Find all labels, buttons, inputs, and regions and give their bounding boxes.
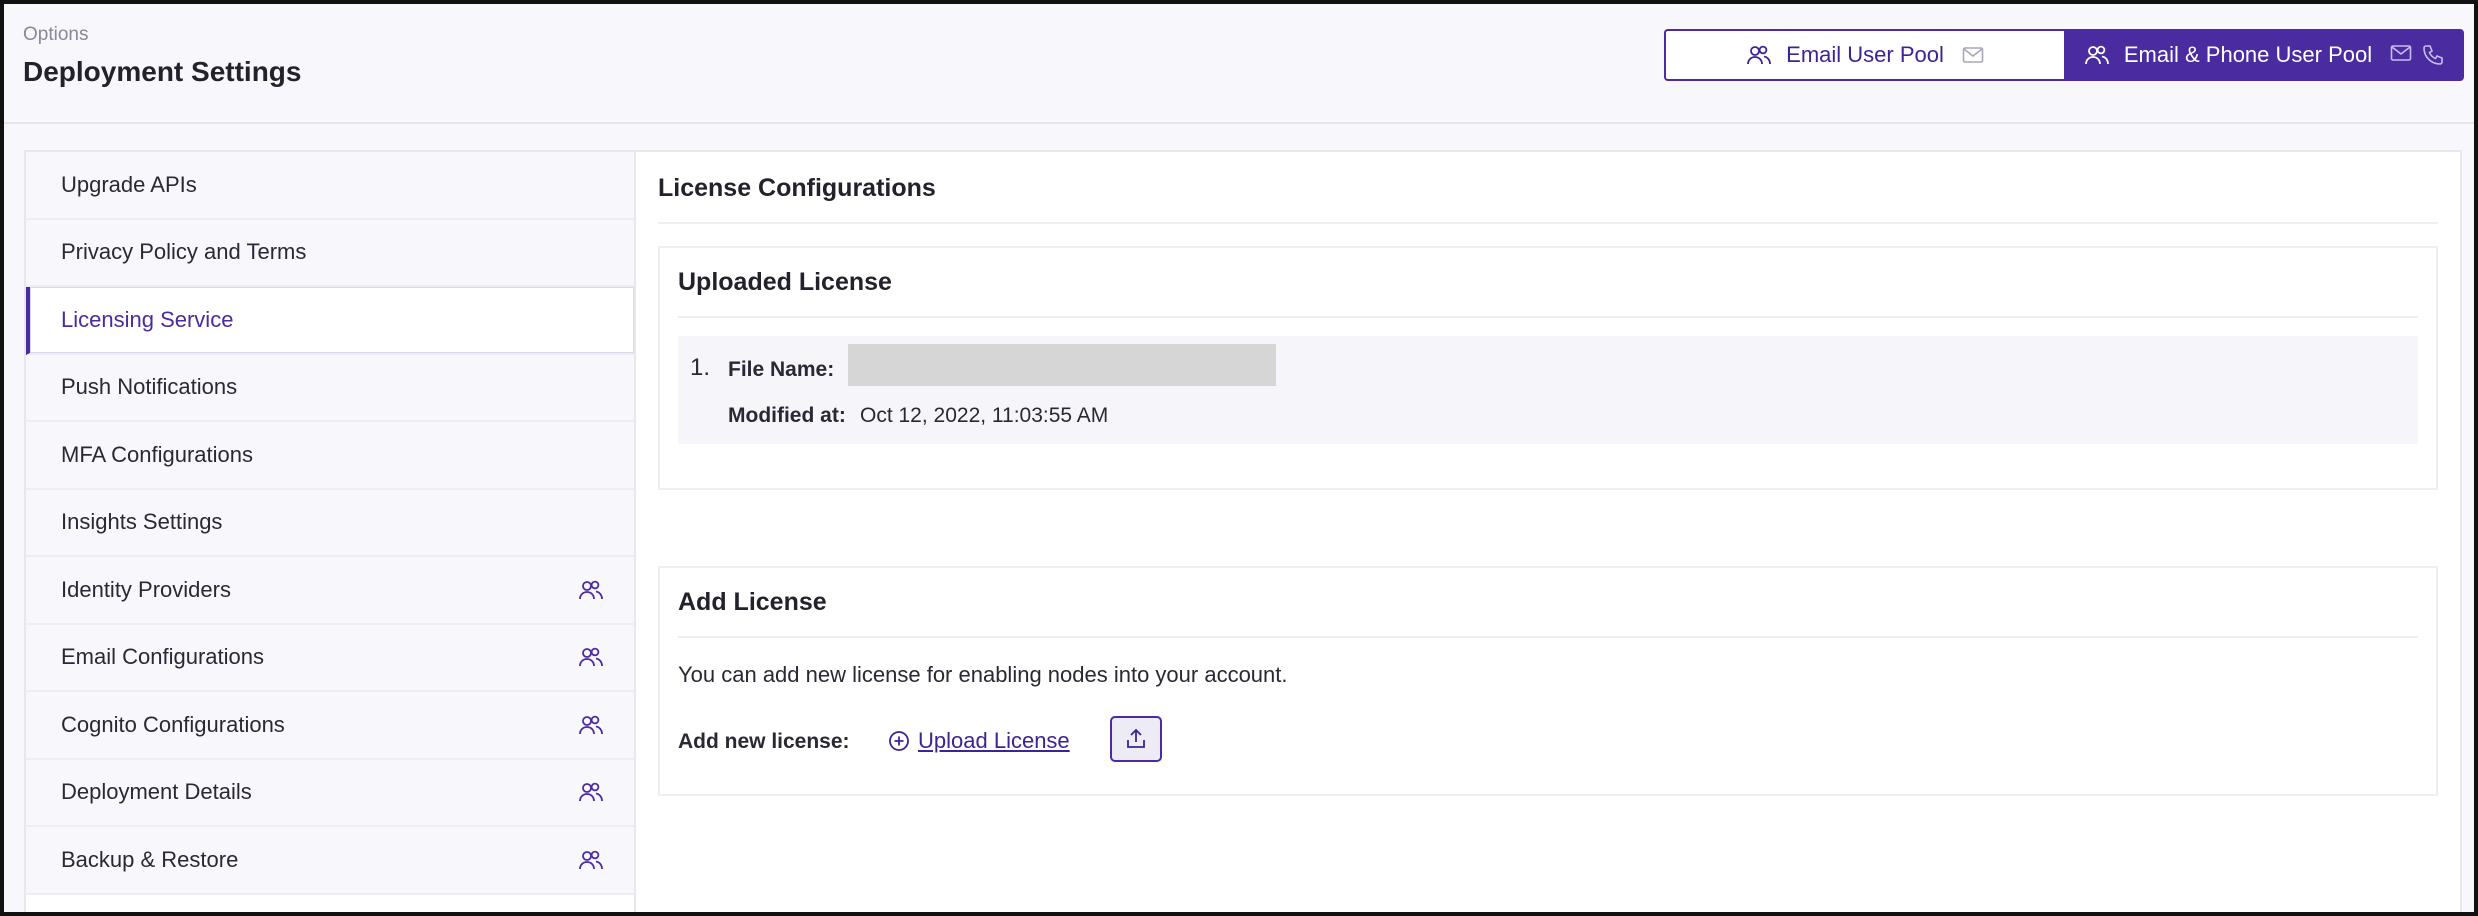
user-pool-switch: Email User Pool Email & Phone User Pool xyxy=(1664,29,2464,81)
users-icon xyxy=(579,647,603,667)
modified-at-label: Modified at: xyxy=(728,404,846,427)
sidebar-item-backup-restore[interactable]: Backup & Restore xyxy=(26,827,634,895)
email-phone-user-pool-label: Email & Phone User Pool xyxy=(2123,42,2373,67)
page-header: Options Deployment Settings Email User P… xyxy=(4,4,2474,124)
breadcrumb[interactable]: Options xyxy=(23,24,88,46)
users-icon xyxy=(579,715,603,734)
sidebar-item-label: Backup & Restore xyxy=(61,846,239,872)
add-license-card: Add License You can add new license for … xyxy=(658,566,2438,796)
users-icon xyxy=(579,580,603,599)
plus-circle-icon xyxy=(889,731,909,751)
main-content: License Configurations Uploaded License … xyxy=(636,150,2462,912)
email-phone-user-pool-button[interactable]: Email & Phone User Pool xyxy=(2064,29,2464,81)
sidebar-item-deployment-details[interactable]: Deployment Details xyxy=(26,759,634,827)
sidebar-item-label: MFA Configurations xyxy=(61,441,253,467)
sidebar-item-label: Push Notifications xyxy=(61,374,238,400)
divider xyxy=(678,316,2418,318)
settings-sidebar: Upgrade APIs Privacy Policy and Terms Li… xyxy=(24,150,636,912)
sidebar-item-licensing-service[interactable]: Licensing Service xyxy=(26,287,634,355)
mail-icon xyxy=(2390,45,2412,61)
add-license-description: You can add new license for enabling nod… xyxy=(678,662,1288,687)
upload-license-label: Upload License xyxy=(918,728,1070,753)
card-title: Uploaded License xyxy=(678,268,892,296)
sidebar-item-insights-settings[interactable]: Insights Settings xyxy=(26,489,634,557)
sidebar-item-label: Privacy Policy and Terms xyxy=(61,239,307,265)
email-user-pool-button[interactable]: Email User Pool xyxy=(1664,29,2064,81)
sidebar-item-label: Cognito Configurations xyxy=(61,711,285,737)
file-name-value-redacted xyxy=(848,344,1276,386)
sidebar-item-upgrade-apis[interactable]: Upgrade APIs xyxy=(26,152,634,220)
section-title: License Configurations xyxy=(658,174,936,202)
sidebar-item-push-notifications[interactable]: Push Notifications xyxy=(26,354,634,422)
users-icon xyxy=(1747,45,1772,65)
license-file-row: 1. File Name: Modified at: Oct 12, 2022,… xyxy=(678,336,2418,444)
sidebar-item-label: Upgrade APIs xyxy=(61,171,197,197)
sidebar-item-label: Deployment Details xyxy=(61,779,252,805)
phone-icon xyxy=(2423,45,2443,65)
file-name-label: File Name: xyxy=(728,358,835,381)
sidebar-item-privacy-policy[interactable]: Privacy Policy and Terms xyxy=(26,219,634,287)
sidebar-item-label: Licensing Service xyxy=(61,306,234,332)
app-window: Options Deployment Settings Email User P… xyxy=(0,0,2478,916)
divider xyxy=(678,636,2418,638)
users-icon xyxy=(2084,45,2109,65)
sidebar-item-label: Email Configurations xyxy=(61,644,264,670)
upload-button[interactable] xyxy=(1110,716,1162,762)
sidebar-item-label: Insights Settings xyxy=(61,509,223,535)
uploaded-license-card: Uploaded License 1. File Name: Modified … xyxy=(658,246,2438,490)
sidebar-item-cognito-configurations[interactable]: Cognito Configurations xyxy=(26,692,634,760)
page-title: Deployment Settings xyxy=(23,56,302,87)
file-index: 1. xyxy=(690,354,711,381)
sidebar-item-identity-providers[interactable]: Identity Providers xyxy=(26,557,634,625)
modified-at-value: Oct 12, 2022, 11:03:55 AM xyxy=(860,404,1109,427)
sidebar-item-label: Identity Providers xyxy=(61,576,231,602)
upload-icon xyxy=(1127,728,1145,748)
divider xyxy=(658,222,2438,224)
card-title: Add License xyxy=(678,588,827,616)
sidebar-item-email-configurations[interactable]: Email Configurations xyxy=(26,624,634,692)
sidebar-item-mfa-configurations[interactable]: MFA Configurations xyxy=(26,422,634,490)
mail-icon xyxy=(1962,47,1984,63)
email-user-pool-label: Email User Pool xyxy=(1786,42,1944,67)
users-icon xyxy=(579,782,603,802)
upload-license-link[interactable]: Upload License xyxy=(888,728,1070,754)
users-icon xyxy=(579,850,603,869)
add-new-license-label: Add new license: xyxy=(678,730,850,753)
